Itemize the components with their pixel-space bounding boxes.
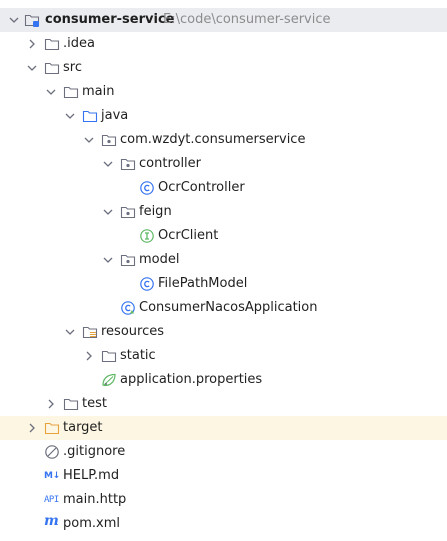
- chevron-down-icon[interactable]: [100, 152, 116, 176]
- tree-row-idea[interactable]: .idea: [0, 32, 447, 56]
- chevron-down-icon[interactable]: [43, 80, 59, 104]
- module-folder-icon: [24, 8, 40, 32]
- tree-row-pom-xml[interactable]: m pom.xml: [0, 512, 447, 536]
- tree-item-label: com.wzdyt.consumerservice: [120, 132, 306, 147]
- tree-item-label: main: [82, 84, 115, 99]
- tree-row-filepathmodel[interactable]: FilePathModel: [0, 272, 447, 296]
- markdown-icon: M↓: [44, 464, 60, 488]
- tree-row-ocrclient[interactable]: OcrClient: [0, 224, 447, 248]
- tree-item-label: feign: [139, 204, 172, 219]
- chevron-right-icon[interactable]: [24, 32, 40, 56]
- tree-row-static[interactable]: static: [0, 344, 447, 368]
- tree-item-label: HELP.md: [63, 468, 120, 483]
- project-name: consumer-service: [45, 12, 175, 27]
- tree-row-main-http[interactable]: API main.http: [0, 488, 447, 512]
- chevron-down-icon[interactable]: [100, 248, 116, 272]
- tree-item-label: src: [63, 60, 82, 75]
- tree-item-label: OcrClient: [158, 228, 219, 243]
- http-icon-glyph: API: [44, 495, 59, 505]
- class-icon: [139, 176, 155, 200]
- tree-row-src[interactable]: src: [0, 56, 447, 80]
- tree-row-test[interactable]: test: [0, 392, 447, 416]
- tree-item-label: ConsumerNacosApplication: [139, 300, 318, 315]
- chevron-down-icon[interactable]: [100, 200, 116, 224]
- class-icon: [139, 272, 155, 296]
- folder-icon: [63, 392, 79, 416]
- spring-properties-icon: [101, 368, 117, 392]
- tree-row-package-root[interactable]: com.wzdyt.consumerservice: [0, 128, 447, 152]
- tree-item-label: .gitignore: [63, 444, 126, 459]
- chevron-right-icon[interactable]: [43, 392, 59, 416]
- folder-icon: [44, 56, 60, 80]
- tree-item-label: application.properties: [120, 372, 263, 387]
- tree-item-label: target: [63, 420, 103, 435]
- project-path: E:\code\consumer-service: [163, 12, 331, 27]
- tree-item-label: FilePathModel: [158, 276, 248, 291]
- markdown-icon-glyph: M↓: [44, 471, 60, 481]
- tree-row-model[interactable]: model: [0, 248, 447, 272]
- package-icon: [120, 248, 136, 272]
- tree-row-ocrcontroller[interactable]: OcrController: [0, 176, 447, 200]
- source-folder-icon: [82, 104, 98, 128]
- tree-row-gitignore[interactable]: .gitignore: [0, 440, 447, 464]
- ignore-file-icon: [44, 440, 60, 464]
- chevron-right-icon[interactable]: [81, 344, 97, 368]
- chevron-down-icon[interactable]: [81, 128, 97, 152]
- tree-item-label: main.http: [63, 492, 127, 507]
- chevron-down-icon[interactable]: [62, 320, 78, 344]
- chevron-down-icon[interactable]: [62, 104, 78, 128]
- project-tree: consumer-service E:\code\consumer-servic…: [0, 0, 447, 541]
- tree-row-resources[interactable]: resources: [0, 320, 447, 344]
- tree-row-main[interactable]: main: [0, 80, 447, 104]
- tree-row-java[interactable]: java: [0, 104, 447, 128]
- tree-item-label: test: [82, 396, 107, 411]
- tree-item-label: OcrController: [158, 180, 245, 195]
- maven-icon: m: [44, 512, 60, 536]
- tree-row-consumernacosapplication[interactable]: ConsumerNacosApplication: [0, 296, 447, 320]
- tree-row-project[interactable]: consumer-service E:\code\consumer-servic…: [0, 8, 447, 32]
- tree-item-label: static: [120, 348, 156, 363]
- tree-row-controller[interactable]: controller: [0, 152, 447, 176]
- tree-item-label: model: [139, 252, 180, 267]
- package-icon: [120, 200, 136, 224]
- chevron-right-icon[interactable]: [24, 416, 40, 440]
- folder-icon: [44, 32, 60, 56]
- tree-item-label: pom.xml: [63, 516, 120, 531]
- resources-folder-icon: [82, 320, 98, 344]
- chevron-down-icon[interactable]: [24, 56, 40, 80]
- chevron-down-icon[interactable]: [6, 8, 22, 32]
- package-icon: [101, 128, 117, 152]
- http-client-icon: API: [44, 488, 60, 512]
- package-icon: [120, 152, 136, 176]
- tree-item-label: java: [101, 108, 129, 123]
- tree-row-help-md[interactable]: M↓ HELP.md: [0, 464, 447, 488]
- maven-icon-glyph: m: [44, 513, 59, 529]
- folder-icon: [63, 80, 79, 104]
- tree-row-application-properties[interactable]: application.properties: [0, 368, 447, 392]
- excluded-folder-icon: [44, 416, 60, 440]
- tree-item-label: controller: [139, 156, 202, 171]
- spring-boot-class-icon: [120, 296, 136, 320]
- tree-item-label: resources: [101, 324, 165, 339]
- interface-icon: [139, 224, 155, 248]
- tree-row-feign[interactable]: feign: [0, 200, 447, 224]
- folder-icon: [101, 344, 117, 368]
- tree-row-target[interactable]: target: [0, 416, 447, 440]
- tree-item-label: .idea: [63, 36, 95, 51]
